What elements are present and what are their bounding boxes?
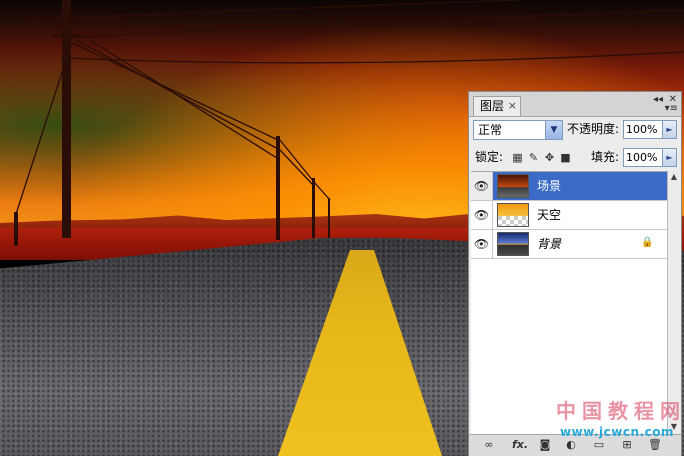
collapse-icon[interactable]: ◂◂ <box>653 94 663 105</box>
tab-layers[interactable]: 图层 × <box>473 96 521 116</box>
layer-row-sky[interactable]: 👁 天空 <box>471 201 667 230</box>
layer-name: 场景 <box>537 179 562 193</box>
tab-label: 图层 <box>480 99 505 113</box>
lock-brush-icon[interactable]: ✎ <box>527 151 540 164</box>
layer-thumbnail <box>497 174 529 198</box>
layer-name: 天空 <box>537 208 562 222</box>
fill-label: 填充: <box>591 150 620 164</box>
eye-icon[interactable]: 👁 <box>471 230 493 258</box>
link-icon[interactable]: ∞ <box>481 438 497 452</box>
opacity-label: 不透明度: <box>567 122 620 136</box>
layer-name: 背景 <box>537 237 562 251</box>
opacity-input[interactable]: 100% <box>623 120 663 139</box>
chevron-down-icon: ▼ <box>545 121 562 139</box>
layer-thumbnail <box>497 203 529 227</box>
eye-icon[interactable]: 👁 <box>471 201 493 229</box>
lock-move-icon[interactable]: ✥ <box>543 151 556 164</box>
opacity-slider-arrow-icon[interactable]: ► <box>663 120 677 139</box>
watermark-url: www.jcwcn.com <box>560 425 674 439</box>
lock-transparency-icon[interactable]: ▦ <box>511 151 524 164</box>
mask-icon[interactable]: ◙ <box>537 438 553 452</box>
layers-scrollbar[interactable]: ▲ ▼ <box>667 171 680 433</box>
watermark-text: 中国教程网 <box>556 399 684 423</box>
panel-titlebar[interactable]: 图层 × ◂◂ ✕ ▾≡ <box>469 92 681 117</box>
lock-fill-row: 锁定: ▦ ✎ ✥ ■ 填充: 100% ► <box>473 148 679 170</box>
fill-slider-arrow-icon[interactable]: ► <box>663 148 677 167</box>
site-watermark: 中国教程网 www.jcwcn.com <box>556 395 680 445</box>
layer-row-background[interactable]: 👁 背景 🔒 <box>471 230 667 259</box>
fx-icon[interactable]: fx. <box>509 438 531 452</box>
lock-icon: 🔒 <box>641 237 654 248</box>
scroll-up-icon[interactable]: ▲ <box>668 171 680 183</box>
layer-row-scene[interactable]: 👁 场景 <box>471 172 667 201</box>
panel-menu-icon[interactable]: ▾≡ <box>665 104 678 114</box>
lock-label: 锁定: <box>475 150 504 164</box>
lock-all-icon[interactable]: ■ <box>559 151 572 164</box>
tab-close-icon[interactable]: × <box>508 97 517 115</box>
layer-thumbnail <box>497 232 529 256</box>
blend-mode-value: 正常 <box>478 123 503 137</box>
blend-opacity-row: 正常 ▼ 不透明度: 100% ► <box>473 120 679 142</box>
blend-mode-select[interactable]: 正常 ▼ <box>473 120 563 140</box>
fill-input[interactable]: 100% <box>623 148 663 167</box>
eye-icon[interactable]: 👁 <box>471 172 493 200</box>
